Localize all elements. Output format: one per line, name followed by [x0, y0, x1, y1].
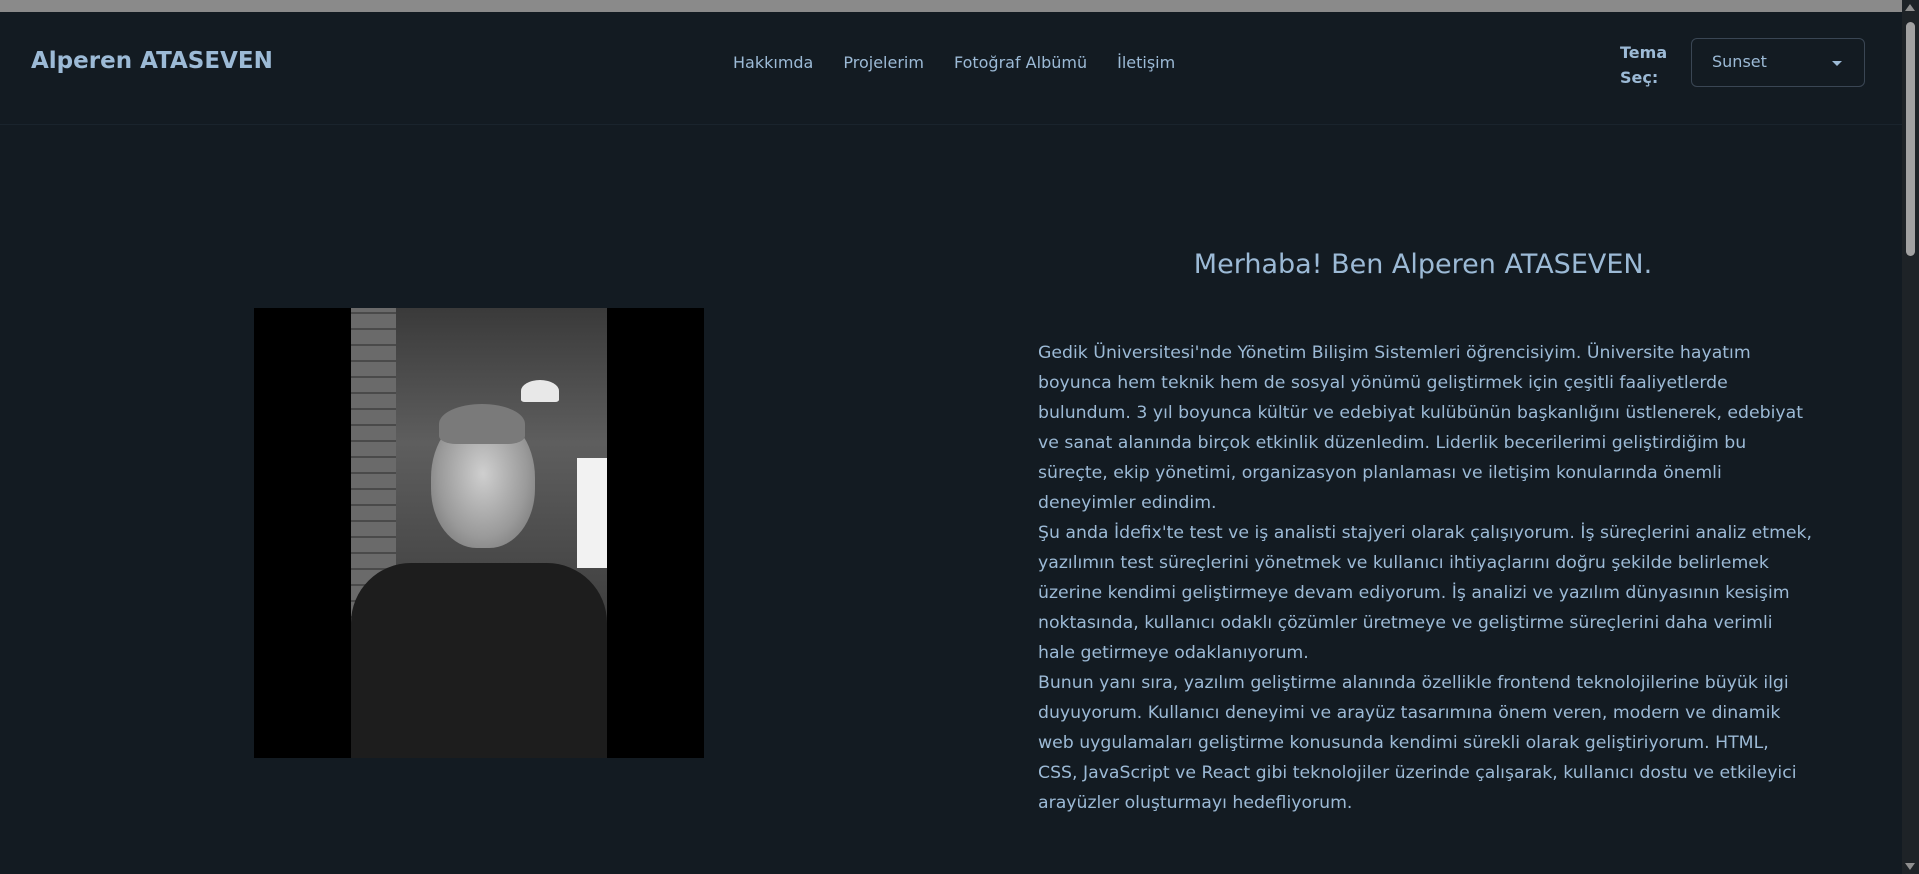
nav-link-about[interactable]: Hakkımda — [733, 53, 813, 72]
nav-link-photo-album[interactable]: Fotoğraf Albümü — [954, 53, 1087, 72]
scrollbar[interactable] — [1902, 0, 1919, 874]
about-paragraph: Bunun yanı sıra, yazılım geliştirme alan… — [1038, 673, 1797, 813]
scroll-up-icon[interactable] — [1905, 4, 1915, 11]
profile-photo-frame — [254, 308, 704, 758]
nav-link-contact[interactable]: İletişim — [1117, 53, 1175, 72]
browser-top-strip — [0, 0, 1902, 12]
profile-photo — [351, 308, 607, 758]
photo-hair — [439, 404, 525, 444]
chevron-down-icon — [1832, 61, 1842, 66]
nav-link-projects[interactable]: Projelerim — [843, 53, 924, 72]
theme-select-label: Tema Seç: — [1620, 43, 1668, 87]
scrollbar-thumb[interactable] — [1906, 22, 1915, 256]
about-text: Gedik Üniversitesi'nde Yönetim Bilişim S… — [1038, 338, 1813, 818]
about-paragraph: Şu anda İdefix'te test ve iş analisti st… — [1038, 523, 1813, 663]
site-header: Alperen ATASEVEN Hakkımda Projelerim Fot… — [0, 12, 1902, 125]
scroll-down-icon[interactable] — [1905, 863, 1915, 870]
about-paragraph: Gedik Üniversitesi'nde Yönetim Bilişim S… — [1038, 343, 1804, 513]
theme-select-dropdown[interactable]: Sunset — [1691, 38, 1865, 87]
photo-ceiling-lamp — [521, 380, 559, 402]
photo-window-glow — [577, 458, 607, 568]
main-nav: Hakkımda Projelerim Fotoğraf Albümü İlet… — [733, 53, 1175, 72]
theme-selected-value: Sunset — [1712, 52, 1767, 71]
photo-shirt — [351, 563, 607, 758]
greeting-heading: Merhaba! Ben Alperen ATASEVEN. — [1193, 249, 1653, 280]
site-brand[interactable]: Alperen ATASEVEN — [31, 48, 273, 74]
